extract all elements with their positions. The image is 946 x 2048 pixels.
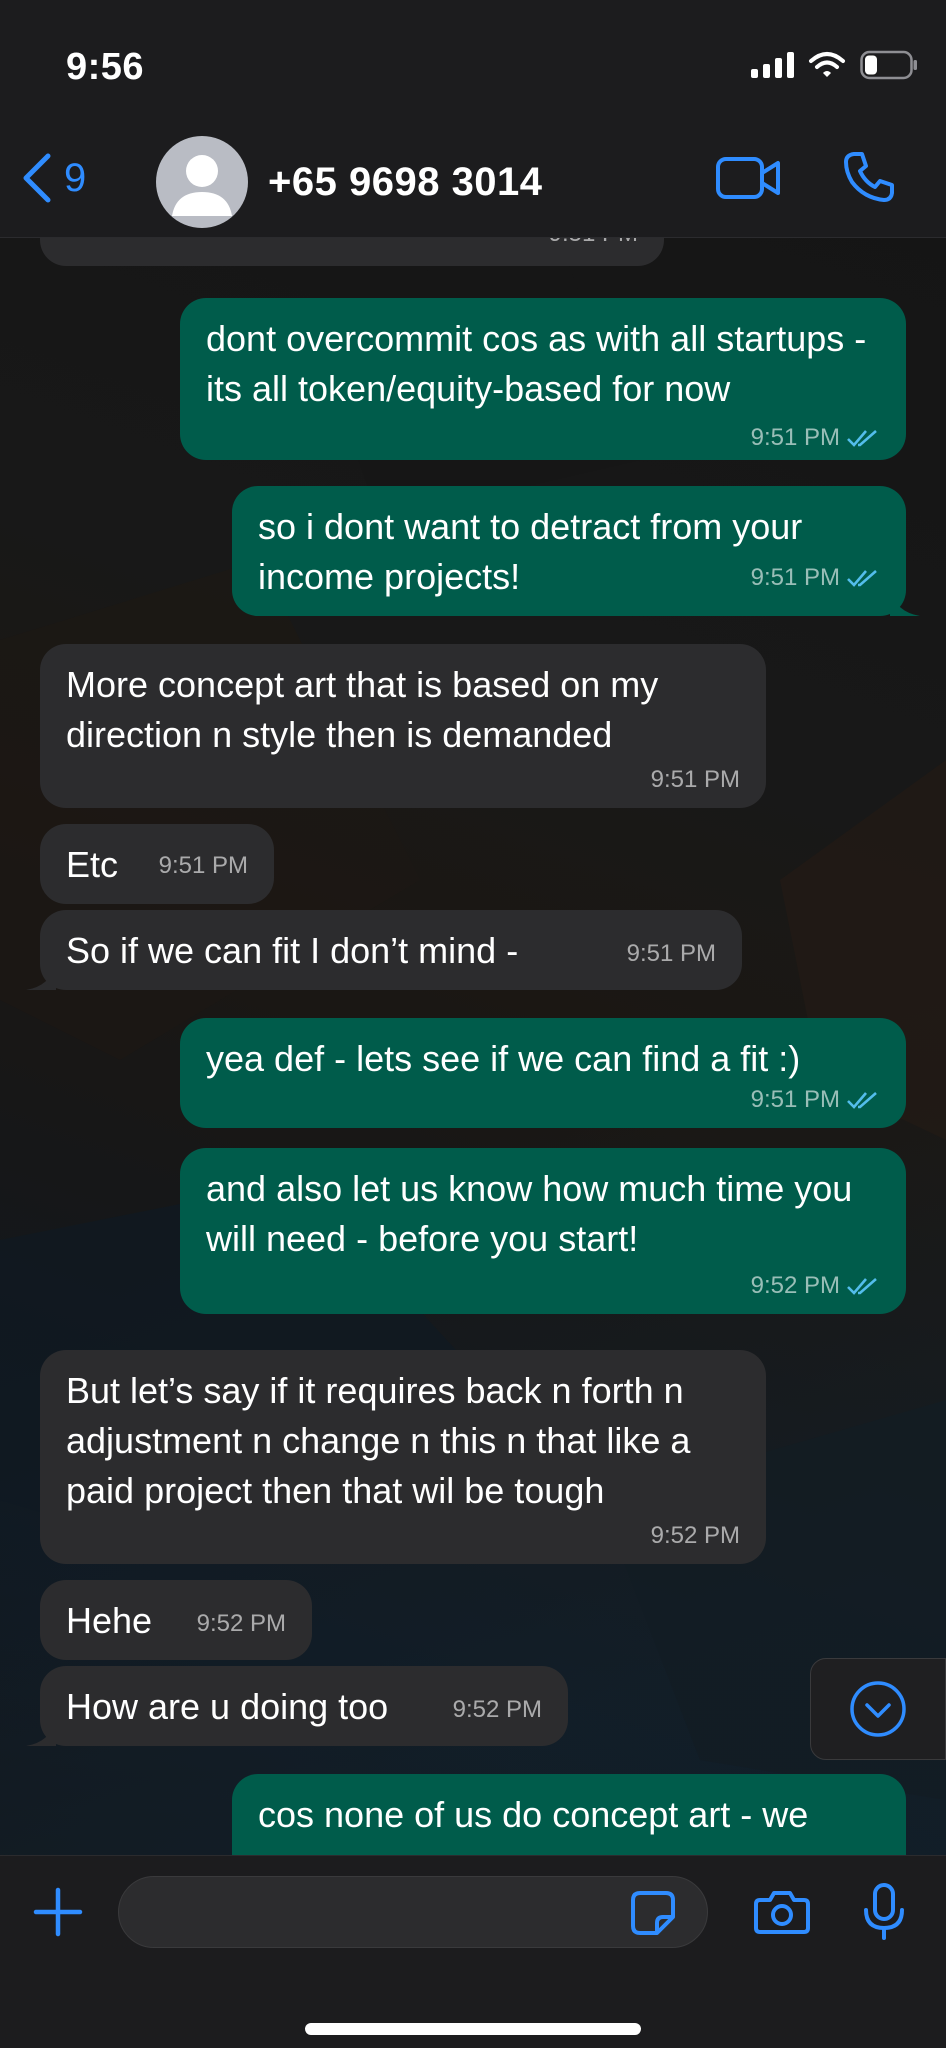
contact-name[interactable]: +65 9698 3014	[268, 160, 543, 205]
message-incoming[interactable]: More concept art that is based on my dir…	[40, 644, 766, 808]
message-incoming[interactable]: Etc 9:51 PM	[40, 824, 274, 904]
read-ticks-icon	[847, 1092, 877, 1109]
message-time: 9:52 PM	[452, 1696, 542, 1723]
message-incoming[interactable]: How are u doing too 9:52 PM	[26, 1666, 568, 1746]
chat-header: 9:56 9 +65 9698 3014	[0, 0, 946, 238]
message-text: yea def - lets see if we can find a fit …	[206, 1038, 801, 1079]
message-time: 9:51 PM	[751, 564, 880, 592]
plus-icon	[33, 1887, 83, 1937]
status-time: 9:56	[66, 46, 145, 88]
read-ticks-icon	[847, 430, 877, 447]
video-camera-icon	[716, 157, 780, 199]
person-icon	[172, 155, 232, 216]
message-text: and also let us know how much time you w…	[206, 1168, 853, 1259]
sticker-button[interactable]	[630, 1890, 676, 1941]
cellular-signal-icon	[751, 52, 794, 78]
bubble-tail	[890, 590, 920, 616]
message-text: More concept art that is based on my dir…	[66, 664, 659, 755]
microphone-icon	[864, 1883, 904, 1940]
message-text: so i dont want to detract from your inco…	[258, 506, 803, 597]
attach-button[interactable]	[32, 1886, 84, 1943]
bubble-tail	[26, 964, 56, 990]
wifi-icon	[809, 52, 845, 77]
message-time: 9:52 PM	[650, 1522, 740, 1549]
sticker-icon	[631, 1891, 675, 1935]
message-time: 9:51 PM	[751, 424, 880, 452]
message-text: But let’s say if it requires back n fort…	[66, 1370, 691, 1511]
chevron-down-circle-icon	[850, 1681, 906, 1737]
message-outgoing[interactable]: dont overcommit cos as with all startups…	[180, 298, 906, 460]
unread-count: 9	[64, 155, 87, 200]
battery-icon	[860, 50, 917, 80]
back-button[interactable]: 9	[20, 152, 86, 204]
message-text: So if we can fit I don’t mind -	[66, 930, 519, 971]
message-time: 9:52 PM	[196, 1610, 286, 1637]
scroll-to-bottom-button[interactable]	[810, 1658, 946, 1760]
message-incoming[interactable]: So if we can fit I don’t mind - 9:51 PM	[26, 910, 742, 990]
camera-icon	[754, 1891, 810, 1934]
chevron-left-icon	[23, 153, 51, 203]
read-ticks-icon	[847, 1278, 877, 1295]
read-ticks-icon	[847, 570, 877, 587]
message-time: 9:51 PM	[206, 1086, 880, 1114]
message-time: 9:51 PM	[650, 766, 740, 793]
voice-call-button[interactable]	[842, 150, 896, 209]
avatar[interactable]	[156, 136, 248, 228]
message-time: 9:51 PM	[626, 940, 716, 967]
status-icons	[751, 50, 918, 80]
message-outgoing[interactable]: cos none of us do concept art - we	[232, 1774, 906, 1855]
message-incoming[interactable]: Hehe 9:52 PM	[40, 1580, 312, 1660]
message-thread[interactable]: 9:51 PM dont overcommit cos as with all …	[0, 0, 946, 1855]
message-time: 9:51 PM	[158, 852, 248, 879]
message-text: How are u doing too	[66, 1686, 389, 1727]
message-text: dont overcommit cos as with all startups…	[206, 318, 867, 409]
message-outgoing[interactable]: yea def - lets see if we can find a fit …	[180, 1018, 906, 1128]
message-incoming[interactable]: But let’s say if it requires back n fort…	[40, 1350, 766, 1564]
message-outgoing[interactable]: and also let us know how much time you w…	[180, 1148, 906, 1314]
phone-icon	[844, 152, 894, 202]
microphone-button[interactable]	[862, 1882, 906, 1947]
message-outgoing[interactable]: so i dont want to detract from your inco…	[232, 486, 920, 616]
message-text: Etc	[66, 844, 119, 885]
message-input[interactable]	[118, 1876, 708, 1948]
message-text: Hehe	[66, 1600, 153, 1641]
video-call-button[interactable]	[716, 155, 782, 206]
home-indicator[interactable]	[305, 2023, 641, 2035]
camera-button[interactable]	[754, 1888, 810, 1941]
composer-bar	[0, 1855, 946, 2048]
message-time: 9:52 PM	[206, 1272, 880, 1300]
bubble-tail	[26, 1720, 56, 1746]
message-text: cos none of us do concept art - we	[258, 1794, 809, 1835]
